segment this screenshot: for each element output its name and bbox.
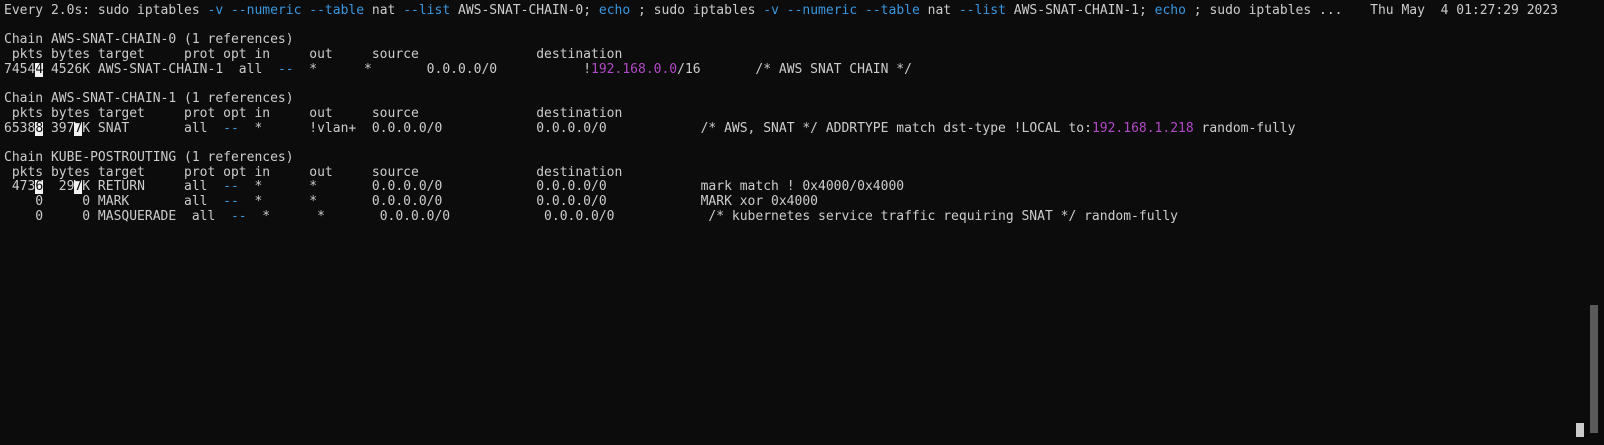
header-flag: --table (309, 4, 365, 18)
header-space (223, 4, 231, 18)
chain-columns: pkts bytes target prot opt in out source… (4, 106, 623, 121)
rule-text: 0 0 MARK all (4, 194, 224, 209)
rule-bytes: 397 (43, 121, 75, 136)
header-command-text: nat (919, 4, 959, 18)
terminal-output: Every 2.0s: sudo iptables -v --numeric -… (4, 3, 1586, 225)
rule-row: 0 0 MASQUERADE all -- * * 0.0.0.0/0 0.0.… (4, 210, 1586, 225)
header-flag: -v (763, 4, 779, 18)
header-flag: --list (958, 4, 1006, 18)
rule-text: * * 0.0.0.0/0 0.0.0.0/0 MARK xor 0x4000 (238, 194, 818, 209)
header-space (779, 4, 787, 18)
chain-title: Chain KUBE-POSTROUTING (1 references) (4, 150, 294, 165)
rule-text: 0 0 MASQUERADE all (4, 209, 231, 224)
rule-text: 4526K AWS-SNAT-CHAIN-1 all (43, 62, 278, 77)
watch-header: Every 2.0s: sudo iptables -v --numeric -… (4, 3, 1586, 19)
chain-columns: pkts bytes target prot opt in out source… (4, 165, 623, 180)
vertical-scrollbar[interactable] (1584, 0, 1600, 445)
rule-row: 4736 297K RETURN all -- * * 0.0.0.0/0 0.… (4, 180, 1586, 195)
changed-digit: 6 (35, 180, 44, 195)
rule-bytes: 29 (43, 180, 75, 195)
header-flag: -v (207, 4, 224, 18)
changed-digit: 8 (35, 121, 44, 136)
rule-text: * * 0.0.0.0/0 0.0.0.0/0 /* kubernetes se… (246, 209, 1179, 224)
rule-text: random-fully (1193, 121, 1296, 136)
rule-pkts: 473 (4, 180, 36, 195)
chain-columns: pkts bytes target prot opt in out source… (4, 48, 623, 63)
rule-ip: 192.168.0.0 (591, 62, 678, 77)
header-echo: echo (1154, 4, 1186, 18)
changed-digit: 4 (35, 62, 44, 77)
rule-row: 0 0 MARK all -- * * 0.0.0.0/0 0.0.0.0/0 … (4, 195, 1586, 210)
header-flag: --numeric (230, 4, 302, 18)
rule-pkts: 7454 (4, 62, 36, 77)
rule-opt: -- (223, 121, 239, 136)
header-flag: --table (865, 4, 920, 18)
rule-opt: -- (277, 62, 294, 77)
header-command-text: Every 2.0s: sudo iptables (4, 4, 208, 18)
rule-text: * * 0.0.0.0/0 ! (293, 62, 592, 77)
rule-opt: -- (223, 194, 239, 209)
header-command-text: AWS-SNAT-CHAIN-0; (450, 4, 599, 18)
rule-opt: -- (223, 180, 239, 195)
header-flag: --numeric (786, 4, 858, 18)
chain-title: Chain AWS-SNAT-CHAIN-1 (1 references) (4, 92, 294, 107)
rule-text: * * 0.0.0.0/0 0.0.0.0/0 mark match ! 0x4… (238, 180, 905, 195)
header-command-text: AWS-SNAT-CHAIN-1; (1005, 4, 1155, 18)
header-flag: --list (403, 4, 451, 18)
rule-text: K RETURN all (82, 180, 224, 195)
terminal-window[interactable]: Every 2.0s: sudo iptables -v --numeric -… (0, 0, 1604, 445)
rule-row: 65388 3977K SNAT all -- * !vlan+ 0.0.0.0… (4, 121, 1586, 137)
scrollbar-thumb[interactable] (1590, 305, 1598, 433)
rule-pkts: 6538 (4, 121, 36, 136)
terminal-cursor (1576, 423, 1584, 437)
header-space (857, 4, 865, 18)
header-timestamp: Thu May 4 01:27:29 2023 (1370, 3, 1558, 18)
rule-text: K SNAT all (82, 121, 224, 136)
rule-ip: 192.168.1.218 (1091, 121, 1194, 136)
rule-opt: -- (230, 209, 247, 224)
header-command-text: ; sudo iptables ... (1185, 4, 1343, 18)
rule-row: 74544 4526K AWS-SNAT-CHAIN-1 all -- * * … (4, 62, 1586, 78)
header-command-text: nat (364, 4, 404, 18)
header-echo: echo (598, 4, 631, 18)
chain-title: Chain AWS-SNAT-CHAIN-0 (1 references) (4, 33, 294, 48)
rule-text: /16 /* AWS SNAT CHAIN */ (677, 62, 912, 77)
header-command-text: ; sudo iptables (630, 4, 764, 18)
rule-text: * !vlan+ 0.0.0.0/0 0.0.0.0/0 /* AWS, SNA… (238, 121, 1092, 136)
